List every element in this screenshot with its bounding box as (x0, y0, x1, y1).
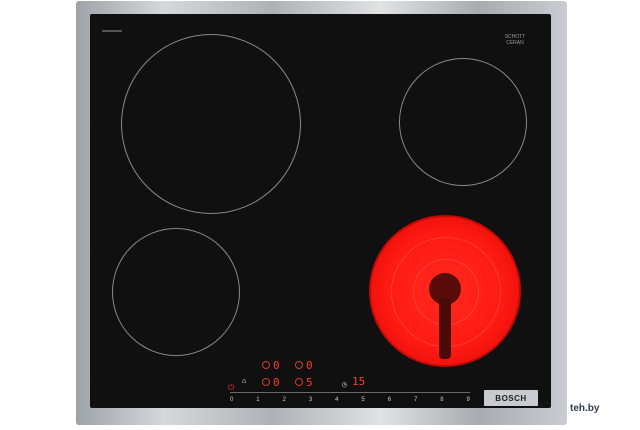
slider-track[interactable] (230, 392, 470, 393)
zone-rear-left (121, 34, 301, 214)
zone-rear-right (399, 58, 527, 186)
watermark: teh.by (570, 403, 600, 414)
timer-display: 15 (352, 375, 366, 388)
zone-indicator-front-left (262, 378, 270, 386)
scale-7[interactable]: 7 (414, 394, 417, 406)
scale-2[interactable]: 2 (283, 394, 286, 406)
display-front-left: 0 (273, 376, 280, 389)
scale-8[interactable]: 8 (440, 394, 443, 406)
display-front-right: 5 (306, 376, 313, 389)
zone-indicator-rear-left (262, 361, 270, 369)
power-slider[interactable]: 0 1 2 3 4 5 6 7 8 9 (230, 394, 470, 406)
zone-front-left (112, 228, 240, 356)
timer-icon[interactable]: ◷ (342, 379, 347, 390)
ceramic-glass-top: SCHOTT CERAN 0 0 0 5 ⏻ ⌂ ◷ 15 0 1 2 3 4 … (90, 14, 551, 408)
zone-indicator-front-right (295, 378, 303, 386)
brand-badge: BOSCH (484, 390, 538, 406)
glass-mark: SCHOTT CERAN (504, 34, 526, 46)
scale-6[interactable]: 6 (388, 394, 391, 406)
model-mark (102, 30, 122, 32)
scale-9[interactable]: 9 (467, 394, 470, 406)
display-rear-left: 0 (273, 359, 280, 372)
scale-1[interactable]: 1 (256, 394, 259, 406)
scale-4[interactable]: 4 (335, 394, 338, 406)
zone-front-right-heated (369, 215, 521, 367)
lock-icon[interactable]: ⌂ (242, 376, 246, 387)
scale-0[interactable]: 0 (230, 394, 233, 406)
display-rear-right: 0 (306, 359, 313, 372)
scale-5[interactable]: 5 (361, 394, 364, 406)
scale-3[interactable]: 3 (309, 394, 312, 406)
zone-indicator-rear-right (295, 361, 303, 369)
heater-stem (439, 297, 451, 359)
